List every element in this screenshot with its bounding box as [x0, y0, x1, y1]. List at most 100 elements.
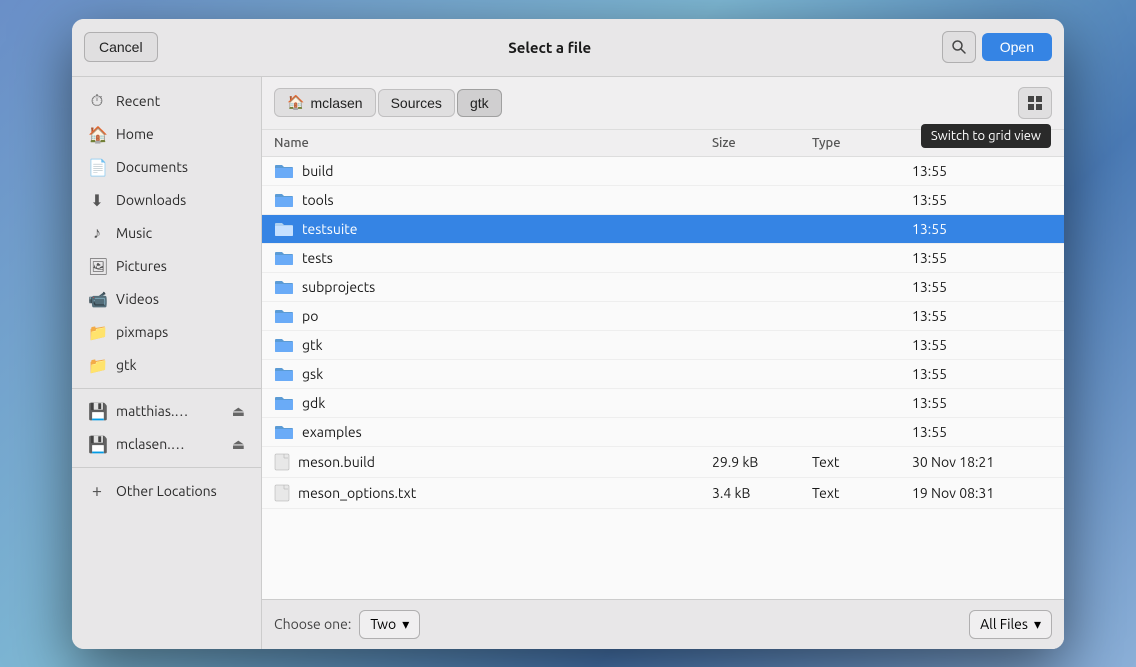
file-icon — [274, 484, 290, 502]
sidebar-item-pictures[interactable]: 🖼 Pictures — [72, 250, 261, 283]
sidebar-item-documents[interactable]: 📄 Documents — [72, 151, 261, 184]
table-row[interactable]: gsk 13:55 — [262, 360, 1064, 389]
sidebar-label-pictures: Pictures — [116, 258, 167, 274]
sidebar-item-music[interactable]: ♪ Music — [72, 217, 261, 250]
drive-matthias-icon: 💾 — [88, 402, 106, 421]
header-actions: Open — [942, 31, 1052, 63]
file-modified: 13:55 — [912, 250, 1052, 266]
table-row[interactable]: build 13:55 — [262, 157, 1064, 186]
file-name-cell: gdk — [274, 395, 712, 411]
file-modified: 19 Nov 08:31 — [912, 485, 1052, 501]
drive-matthias-label: matthias.… — [116, 403, 188, 419]
col-name-header: Name — [274, 136, 712, 150]
sidebar-label-gtk: gtk — [116, 357, 137, 373]
chevron-down-icon: ▾ — [1034, 616, 1041, 633]
col-size-header: Size — [712, 136, 812, 150]
plus-icon: + — [88, 481, 106, 501]
folder-icon — [274, 424, 294, 440]
sidebar-drive-matthias[interactable]: 💾 matthias.… ⏏ — [72, 395, 261, 428]
filter-value: All Files — [980, 616, 1028, 632]
sidebar-label-recent: Recent — [116, 93, 160, 109]
sidebar-item-pixmaps[interactable]: 📁 pixmaps — [72, 316, 261, 349]
file-size: 3.4 kB — [712, 485, 812, 501]
table-row[interactable]: tools 13:55 — [262, 186, 1064, 215]
sidebar-item-downloads[interactable]: ⬇ Downloads — [72, 184, 261, 217]
file-name-cell: tools — [274, 192, 712, 208]
sidebar-item-other-locations[interactable]: + Other Locations — [72, 474, 261, 508]
drive-mclasen-label: mclasen.… — [116, 436, 185, 452]
drive-mclasen-left: 💾 mclasen.… — [88, 435, 185, 454]
file-dialog: Cancel Select a file Open ⏱ Recent 🏠 Hom… — [72, 19, 1064, 649]
file-icon — [274, 453, 290, 471]
cancel-button[interactable]: Cancel — [84, 32, 158, 62]
file-type: Text — [812, 485, 912, 501]
sidebar-label-videos: Videos — [116, 291, 159, 307]
file-modified: 13:55 — [912, 337, 1052, 353]
sidebar-item-gtk[interactable]: 📁 gtk — [72, 349, 261, 382]
breadcrumb-mclasen[interactable]: 🏠 mclasen — [274, 88, 376, 117]
file-name-cell: meson_options.txt — [274, 484, 712, 502]
table-row[interactable]: po 13:55 — [262, 302, 1064, 331]
eject-mclasen-button[interactable]: ⏏ — [232, 436, 245, 453]
file-modified: 30 Nov 18:21 — [912, 454, 1052, 470]
filter-dropdown[interactable]: All Files ▾ — [969, 610, 1052, 639]
sidebar-label-home: Home — [116, 126, 154, 142]
grid-view-icon — [1027, 95, 1043, 111]
table-row[interactable]: meson.build 29.9 kB Text 30 Nov 18:21 — [262, 447, 1064, 478]
grid-view-button[interactable]: Switch to grid view — [1018, 87, 1052, 119]
sidebar-item-recent[interactable]: ⏱ Recent — [72, 85, 261, 118]
eject-matthias-button[interactable]: ⏏ — [232, 403, 245, 420]
sidebar-divider-2 — [72, 467, 261, 468]
breadcrumb-sources[interactable]: Sources — [378, 89, 455, 117]
dialog-header: Cancel Select a file Open — [72, 19, 1064, 77]
home-breadcrumb-icon: 🏠 — [287, 94, 304, 111]
table-row[interactable]: examples 13:55 — [262, 418, 1064, 447]
drive-matthias-left: 💾 matthias.… — [88, 402, 188, 421]
choose-label: Choose one: — [274, 616, 351, 632]
table-row[interactable]: testsuite 13:55 — [262, 215, 1064, 244]
file-list: build 13:55 tools 13:55 — [262, 157, 1064, 599]
folder-icon — [274, 366, 294, 382]
table-row[interactable]: tests 13:55 — [262, 244, 1064, 273]
folder-icon — [274, 308, 294, 324]
sidebar-drive-mclasen[interactable]: 💾 mclasen.… ⏏ — [72, 428, 261, 461]
sidebar-item-home[interactable]: 🏠 Home — [72, 118, 261, 151]
main-content: 🏠 mclasen Sources gtk — [262, 77, 1064, 649]
file-modified: 13:55 — [912, 366, 1052, 382]
recent-icon: ⏱ — [88, 92, 106, 111]
file-name-cell: subprojects — [274, 279, 712, 295]
sidebar: ⏱ Recent 🏠 Home 📄 Documents ⬇ Downloads … — [72, 77, 262, 649]
choose-dropdown[interactable]: Two ▾ — [359, 610, 420, 639]
file-modified: 13:55 — [912, 424, 1052, 440]
home-icon: 🏠 — [88, 125, 106, 144]
folder-icon — [274, 221, 294, 237]
file-name: gtk — [302, 337, 323, 353]
file-name: meson_options.txt — [298, 485, 416, 501]
chevron-down-icon: ▾ — [402, 616, 409, 633]
breadcrumb-gtk-label: gtk — [470, 95, 489, 111]
col-type-header: Type — [812, 136, 912, 150]
table-row[interactable]: gdk 13:55 — [262, 389, 1064, 418]
folder-icon — [274, 279, 294, 295]
sidebar-item-videos[interactable]: 📹 Videos — [72, 283, 261, 316]
file-name: tools — [302, 192, 334, 208]
search-button[interactable] — [942, 31, 976, 63]
table-row[interactable]: meson_options.txt 3.4 kB Text 19 Nov 08:… — [262, 478, 1064, 509]
open-button[interactable]: Open — [982, 33, 1052, 61]
folder-icon — [274, 250, 294, 266]
file-name: po — [302, 308, 318, 324]
breadcrumb-gtk[interactable]: gtk — [457, 89, 502, 117]
dialog-title: Select a file — [166, 39, 934, 56]
sidebar-label-other-locations: Other Locations — [116, 483, 217, 499]
file-name-cell: gsk — [274, 366, 712, 382]
file-modified: 13:55 — [912, 395, 1052, 411]
table-row[interactable]: subprojects 13:55 — [262, 273, 1064, 302]
sidebar-label-documents: Documents — [116, 159, 188, 175]
file-name-cell: meson.build — [274, 453, 712, 471]
table-row[interactable]: gtk 13:55 — [262, 331, 1064, 360]
file-modified: 13:55 — [912, 308, 1052, 324]
pictures-icon: 🖼 — [88, 257, 106, 276]
pixmaps-icon: 📁 — [88, 323, 106, 342]
file-name-cell: gtk — [274, 337, 712, 353]
folder-icon — [274, 395, 294, 411]
